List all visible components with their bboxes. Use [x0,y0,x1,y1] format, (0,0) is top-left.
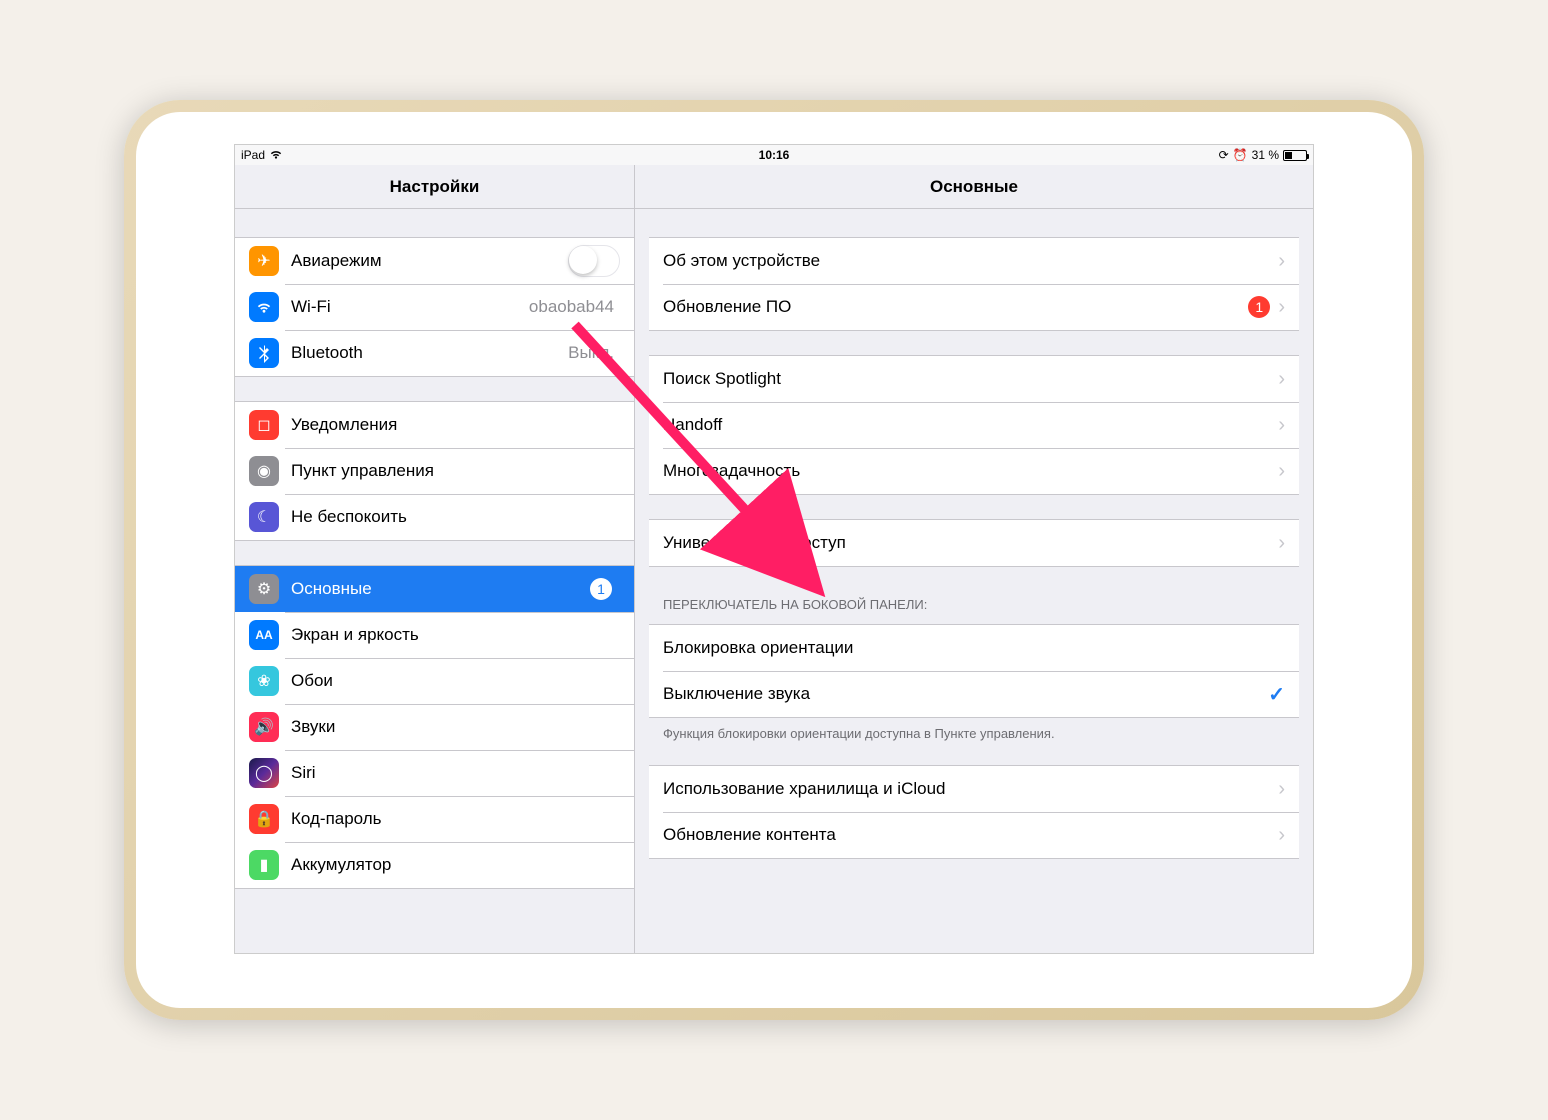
ipad-frame: iPad 10:16 ⟳ ⏰ 31 % Настройки Основные [124,100,1424,1020]
checkmark-icon: ✓ [1268,682,1285,707]
gear-icon: ⚙ [249,574,279,604]
detail-about[interactable]: Об этом устройстве › [649,238,1299,284]
chevron-right-icon: › [1278,778,1285,801]
detail-title: Основные [635,165,1313,208]
detail-storage-icloud[interactable]: Использование хранилища и iCloud › [649,766,1299,812]
update-badge: 1 [1248,296,1270,318]
sidebar-item-notifications[interactable]: ◻ Уведомления [235,402,634,448]
notifications-icon: ◻ [249,410,279,440]
battery-percent: 31 % [1252,148,1279,162]
chevron-right-icon: › [1278,460,1285,483]
settings-sidebar[interactable]: ✈ Авиарежим Wi-Fi obaobab44 [235,209,635,953]
siri-icon: ◯ [249,758,279,788]
airplane-icon: ✈ [249,246,279,276]
detail-handoff[interactable]: Handoff › [649,402,1299,448]
sidebar-item-wifi[interactable]: Wi-Fi obaobab44 [235,284,634,330]
sidebar-item-siri[interactable]: ◯ Siri [235,750,634,796]
chevron-right-icon: › [1278,824,1285,847]
sidebar-item-dnd[interactable]: ☾ Не беспокоить [235,494,634,540]
wifi-settings-icon [249,292,279,322]
control-center-icon: ◉ [249,456,279,486]
detail-software-update[interactable]: Обновление ПО 1 › [649,284,1299,330]
sidebar-item-airplane[interactable]: ✈ Авиарежим [235,238,634,284]
device-label: iPad [241,148,265,162]
sidebar-item-wallpaper[interactable]: ❀ Обои [235,658,634,704]
lock-icon: 🔒 [249,804,279,834]
clock: 10:16 [759,148,790,162]
chevron-right-icon: › [1278,532,1285,555]
wifi-icon [269,148,283,163]
orientation-lock-icon: ⟳ [1219,148,1229,162]
detail-mute[interactable]: Выключение звука ✓ [649,671,1299,717]
sidebar-item-general[interactable]: ⚙ Основные 1 [235,566,634,612]
detail-background-refresh[interactable]: Обновление контента › [649,812,1299,858]
wallpaper-icon: ❀ [249,666,279,696]
sidebar-item-passcode[interactable]: 🔒 Код-пароль [235,796,634,842]
airplane-toggle[interactable] [568,245,620,277]
sidebar-title: Настройки [235,165,635,208]
detail-spotlight[interactable]: Поиск Spotlight › [649,356,1299,402]
sidebar-item-bluetooth[interactable]: Bluetooth Выкл. [235,330,634,376]
chevron-right-icon: › [1278,414,1285,437]
chevron-right-icon: › [1278,296,1285,319]
battery-icon [1283,150,1307,161]
detail-accessibility[interactable]: Универсальный доступ › [649,520,1299,566]
general-detail[interactable]: Об этом устройстве › Обновление ПО 1 › П… [635,209,1313,953]
detail-lock-rotation[interactable]: Блокировка ориентации [649,625,1299,671]
chevron-right-icon: › [1278,368,1285,391]
sidebar-item-display[interactable]: AA Экран и яркость [235,612,634,658]
moon-icon: ☾ [249,502,279,532]
screen: iPad 10:16 ⟳ ⏰ 31 % Настройки Основные [234,144,1314,954]
side-switch-footer: Функция блокировки ориентации доступна в… [649,718,1299,741]
alarm-icon: ⏰ [1233,148,1248,162]
display-icon: AA [249,620,279,650]
sidebar-item-control-center[interactable]: ◉ Пункт управления [235,448,634,494]
bluetooth-icon [249,338,279,368]
battery-settings-icon: ▮ [249,850,279,880]
status-bar: iPad 10:16 ⟳ ⏰ 31 % [235,145,1313,165]
sidebar-item-sounds[interactable]: 🔊 Звуки [235,704,634,750]
sidebar-item-battery[interactable]: ▮ Аккумулятор [235,842,634,888]
general-badge: 1 [590,578,612,600]
side-switch-header: ПЕРЕКЛЮЧАТЕЛЬ НА БОКОВОЙ ПАНЕЛИ: [649,591,1299,618]
speaker-icon: 🔊 [249,712,279,742]
detail-multitasking[interactable]: Многозадачность › [649,448,1299,494]
chevron-right-icon: › [1278,250,1285,273]
